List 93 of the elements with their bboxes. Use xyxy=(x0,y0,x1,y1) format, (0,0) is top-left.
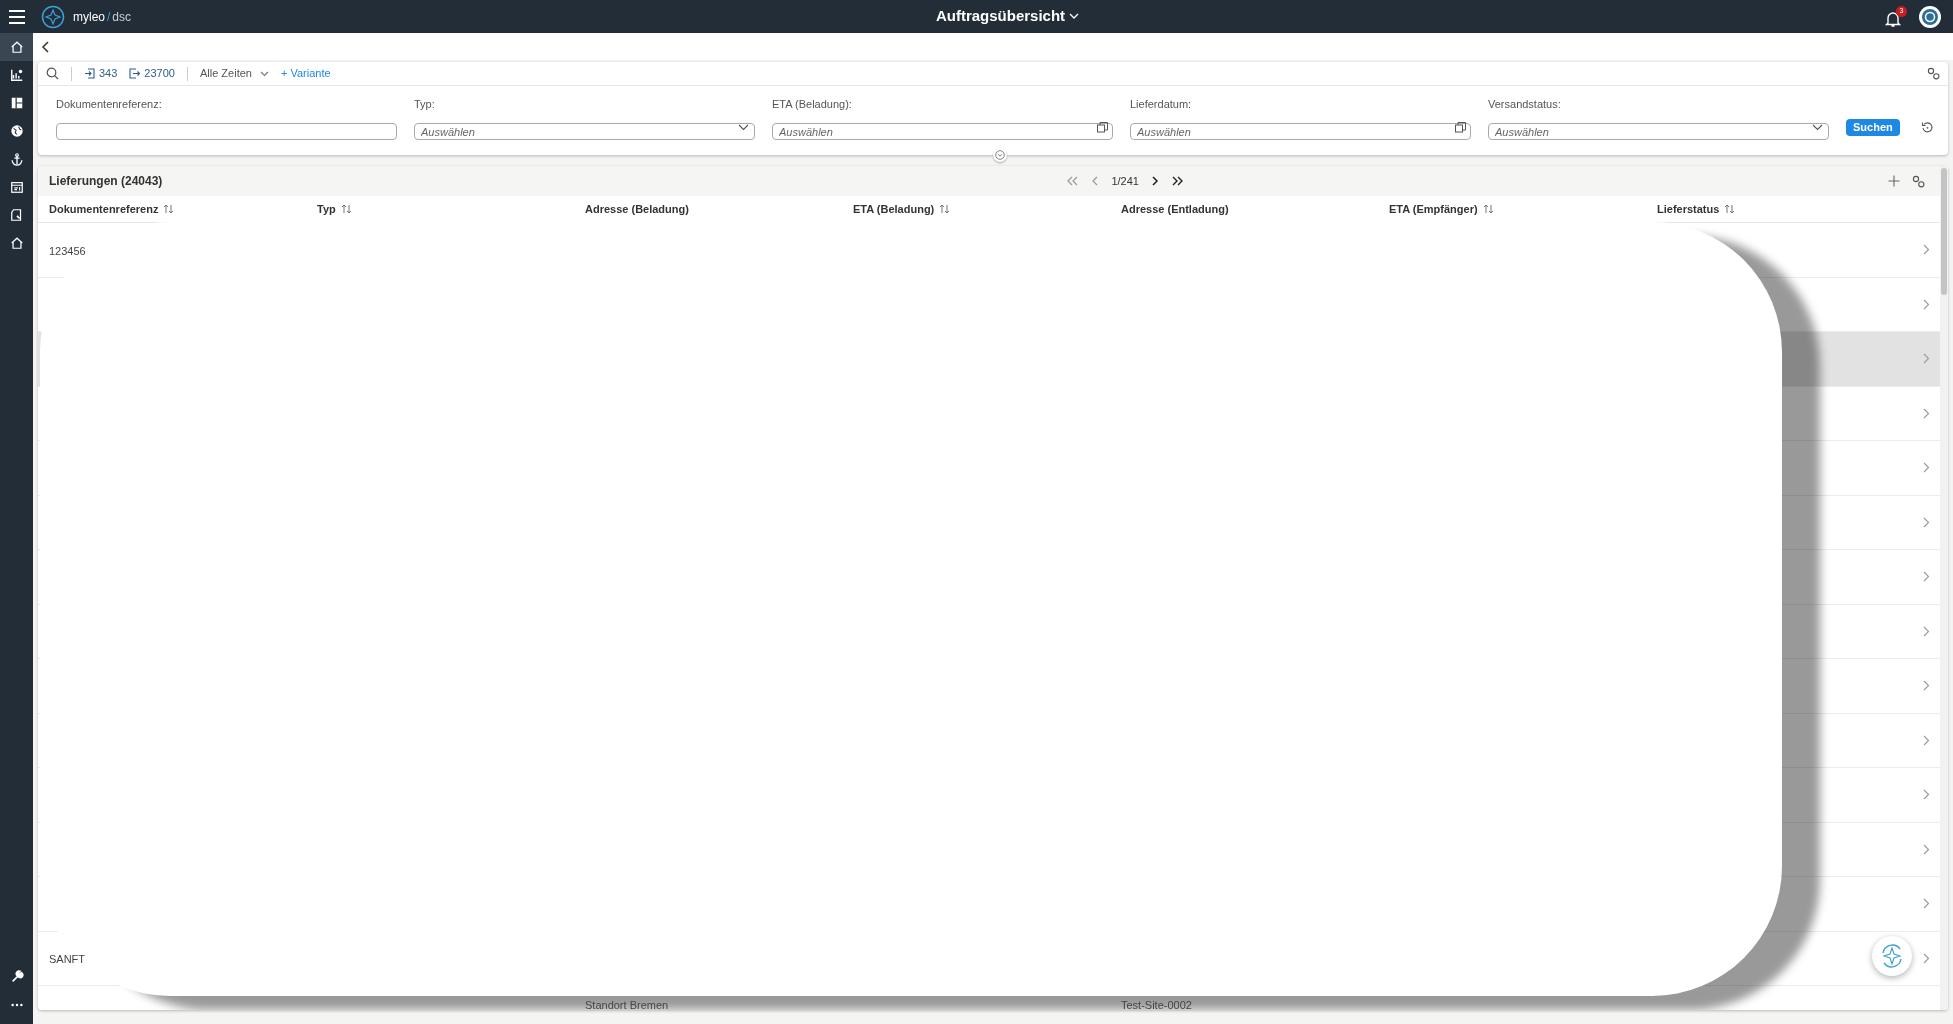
time-range-dropdown[interactable]: Alle Zeiten xyxy=(199,65,269,82)
globe-icon xyxy=(9,124,24,138)
field-label: Lieferdatum: xyxy=(1130,97,1193,112)
caret-icon xyxy=(1069,13,1080,20)
column-header[interactable]: ETA (Beladung) xyxy=(853,200,951,218)
table-cell: SANFT xyxy=(49,953,86,966)
chevron-right-icon[interactable] xyxy=(1923,898,1930,910)
field-label: Versandstatus: xyxy=(1488,97,1562,112)
add-variant-link[interactable]: + Variante xyxy=(280,65,331,82)
chevron-right-icon[interactable] xyxy=(1923,789,1930,801)
caret-icon xyxy=(1812,123,1823,131)
notifications-button[interactable] xyxy=(1884,9,1902,28)
column-header[interactable]: ETA (Empfänger) xyxy=(1389,200,1494,218)
settings-icon xyxy=(1912,174,1925,188)
column-header[interactable]: Typ xyxy=(317,200,352,218)
chevron-right-icon[interactable] xyxy=(1923,462,1930,474)
scrollbar-thumb[interactable] xyxy=(1941,168,1947,295)
chevron-right-icon[interactable] xyxy=(1923,244,1930,256)
user-avatar-button[interactable] xyxy=(1919,5,1941,28)
anchor-icon xyxy=(9,152,24,166)
text-field[interactable] xyxy=(56,123,397,140)
page-indicator: 1/241 xyxy=(1111,173,1139,189)
date-field[interactable]: Auswählen xyxy=(1130,123,1471,140)
chevron-right-icon[interactable] xyxy=(1923,734,1930,746)
chevron-right-icon[interactable] xyxy=(1923,680,1930,692)
wrench-icon xyxy=(9,970,24,984)
search-icon xyxy=(46,67,59,80)
calendar-icon xyxy=(1097,121,1108,133)
chevron-right-icon[interactable] xyxy=(1923,298,1930,310)
bell-icon xyxy=(1884,9,1902,28)
table-cell: Test-Site-0002 xyxy=(1121,999,1192,1010)
table-cell: Standort Bremen xyxy=(585,999,669,1010)
logo-icon xyxy=(41,4,65,29)
home-icon xyxy=(9,40,24,54)
chevron-left-icon xyxy=(1091,176,1100,186)
calendar-icon xyxy=(1455,121,1466,133)
column-header[interactable]: Dokumentenreferenz xyxy=(49,200,175,218)
settings-button[interactable] xyxy=(1927,67,1940,80)
plus-icon xyxy=(1888,175,1900,187)
last-page-button[interactable] xyxy=(1170,176,1183,186)
page-title-dropdown[interactable]: Auftragsübersicht xyxy=(935,5,1080,28)
chevron-right-icon[interactable] xyxy=(1923,407,1930,419)
column-header[interactable]: Adresse (Beladung) xyxy=(585,200,689,218)
back-button[interactable] xyxy=(41,40,51,53)
layout-icon xyxy=(9,96,24,110)
calendar-icon xyxy=(9,180,24,194)
add-button[interactable] xyxy=(1888,175,1900,187)
avatar-icon xyxy=(1921,7,1939,26)
chevron-down-icon xyxy=(995,150,1005,160)
field-label: Typ: xyxy=(414,97,436,112)
product-name: dsc xyxy=(112,8,132,26)
double-chevron-left-icon xyxy=(1067,176,1080,186)
export-icon xyxy=(129,68,141,79)
chevron-right-icon[interactable] xyxy=(1923,843,1930,855)
chevron-right-icon xyxy=(1150,176,1159,186)
double-chevron-right-icon xyxy=(1170,176,1183,186)
chevron-right-icon[interactable] xyxy=(1923,516,1930,528)
document-icon xyxy=(9,208,24,222)
table-title: Lieferungen (24043) xyxy=(49,173,163,190)
sidebar-item[interactable] xyxy=(0,33,33,61)
column-header[interactable]: Adresse (Entladung) xyxy=(1121,200,1229,218)
table-cell: 123456 xyxy=(49,244,86,257)
sort-icon[interactable] xyxy=(939,204,951,214)
collapse-button[interactable] xyxy=(993,148,1007,162)
field-label: ETA (Beladung): xyxy=(772,97,853,112)
menu-icon xyxy=(7,9,26,24)
sort-icon[interactable] xyxy=(163,204,175,214)
import-icon xyxy=(84,68,95,79)
select-field[interactable]: Auswählen xyxy=(414,123,755,140)
chart-icon xyxy=(9,68,24,82)
caret-icon xyxy=(738,123,749,131)
brand-name: myleo xyxy=(73,8,105,26)
field-label: Dokumentenreferenz: xyxy=(56,97,163,112)
sort-icon[interactable] xyxy=(1724,204,1736,214)
outgoing-count-button[interactable]: 23700 xyxy=(129,65,175,82)
search-button[interactable]: Suchen xyxy=(1846,118,1900,136)
sort-icon[interactable] xyxy=(340,204,352,214)
sort-icon[interactable] xyxy=(1482,204,1494,214)
reset-icon xyxy=(1920,120,1934,134)
back-icon xyxy=(41,40,51,53)
date-field[interactable]: Auswählen xyxy=(772,123,1113,140)
column-header[interactable]: Lieferstatus xyxy=(1657,200,1736,218)
house-icon xyxy=(9,236,24,250)
settings-icon xyxy=(1927,67,1940,80)
next-page-button[interactable] xyxy=(1150,176,1159,186)
chevron-right-icon[interactable] xyxy=(1923,625,1930,637)
select-field[interactable]: Auswählen xyxy=(1488,123,1829,140)
incoming-count-button[interactable]: 343 xyxy=(84,65,118,82)
brand-separator: / xyxy=(107,8,111,26)
table-settings-button[interactable] xyxy=(1912,174,1925,188)
caret-icon xyxy=(259,70,269,77)
chevron-right-icon[interactable] xyxy=(1923,952,1930,964)
chevron-right-icon[interactable] xyxy=(1923,571,1930,583)
